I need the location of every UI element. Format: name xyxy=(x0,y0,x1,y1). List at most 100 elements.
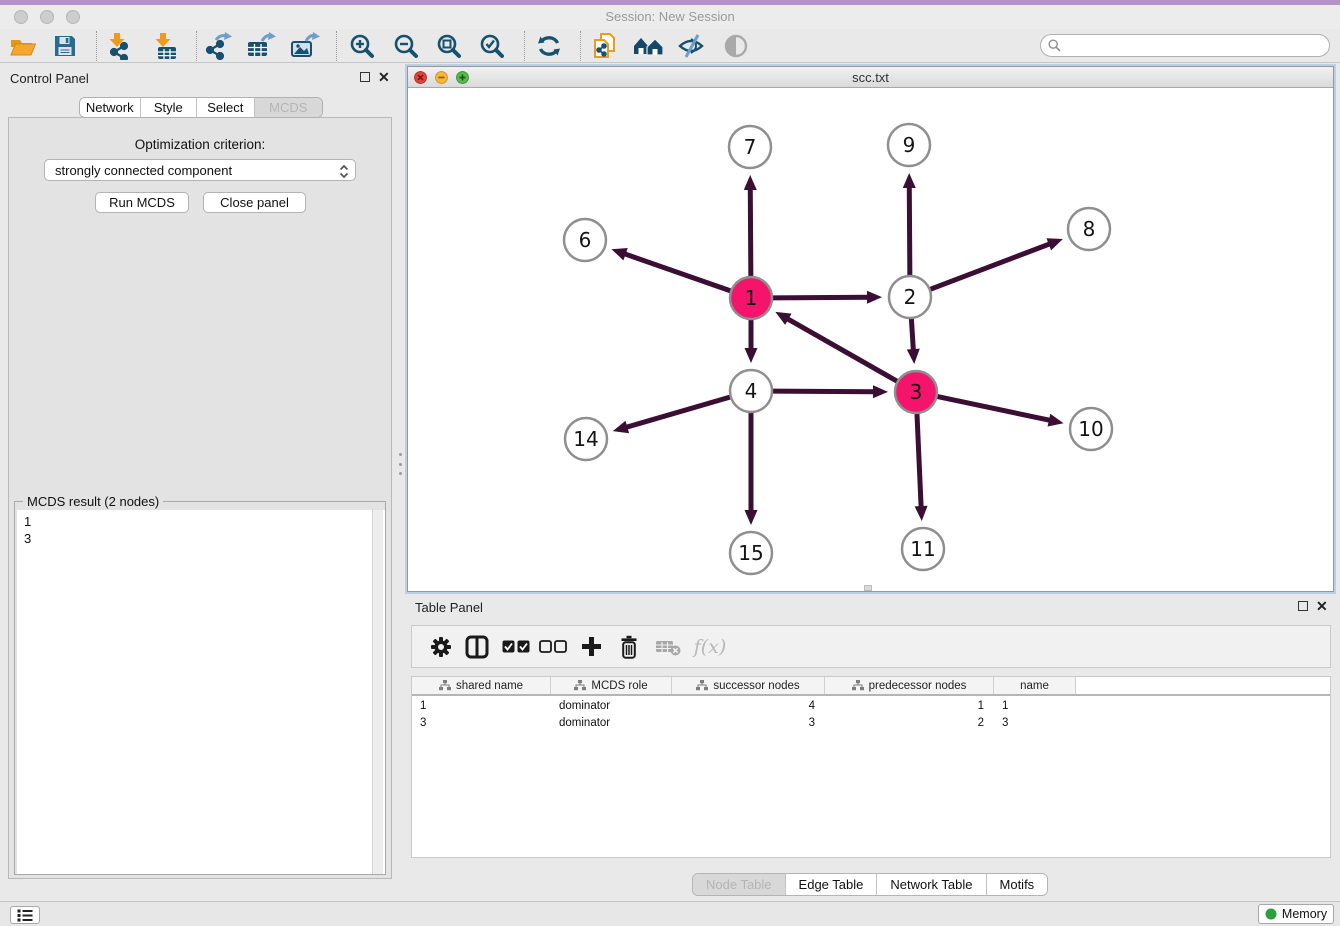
run-mcds-button[interactable]: Run MCDS xyxy=(95,192,189,213)
zoom-in-button[interactable] xyxy=(345,32,379,60)
mcds-result-list[interactable]: 1 3 xyxy=(17,510,385,874)
zoom-out-button[interactable] xyxy=(389,32,423,60)
column-header-shared-name[interactable]: shared name xyxy=(412,677,551,694)
cell-shared-name[interactable]: 3 xyxy=(412,715,551,732)
cell-predecessor-nodes[interactable]: 1 xyxy=(825,698,994,715)
table-panel-close-icon[interactable]: ✕ xyxy=(1316,601,1328,611)
mcds-result-scrollbar[interactable] xyxy=(372,510,383,874)
column-header-mcds-role[interactable]: MCDS role xyxy=(551,677,672,694)
deselect-all-columns-button[interactable] xyxy=(535,626,571,667)
graph-edge-3-1[interactable] xyxy=(786,318,897,381)
import-network-button[interactable] xyxy=(101,32,135,60)
graph-node-label-14: 14 xyxy=(573,427,598,451)
memory-status-icon xyxy=(1265,908,1277,920)
apply-function-button[interactable]: f(x) xyxy=(688,626,732,667)
graph-edge-3-10[interactable] xyxy=(938,397,1052,421)
graph-edge-4-14[interactable] xyxy=(624,397,729,428)
cell-shared-name[interactable]: 1 xyxy=(412,698,551,715)
app-titlebar: Session: New Session xyxy=(0,5,1340,29)
trash-icon xyxy=(619,635,639,659)
control-panel-close-icon[interactable]: ✕ xyxy=(378,72,390,82)
delete-table-button[interactable] xyxy=(650,626,686,667)
tab-node-table[interactable]: Node Table xyxy=(693,874,786,895)
network-splitter-grip[interactable] xyxy=(864,585,872,591)
graph-edge-arrowhead xyxy=(1048,414,1064,427)
export-image-button[interactable] xyxy=(288,32,322,60)
cell-name[interactable]: 3 xyxy=(994,715,1076,732)
table-row[interactable]: 3dominator323 xyxy=(412,715,1076,732)
export-image-icon xyxy=(290,32,320,60)
node-table: shared nameMCDS rolesuccessor nodesprede… xyxy=(411,676,1331,858)
tab-select[interactable]: Select xyxy=(197,98,255,117)
apply-layout-button[interactable] xyxy=(532,32,566,60)
column-header-successor-nodes[interactable]: successor nodes xyxy=(672,677,825,694)
memory-button[interactable]: Memory xyxy=(1258,904,1334,924)
graph-edge-1-6[interactable] xyxy=(623,253,730,291)
add-column-button[interactable] xyxy=(573,626,609,667)
control-panel-float-icon[interactable] xyxy=(360,72,370,82)
network-canvas[interactable]: 7968124314101511 xyxy=(408,88,1333,591)
export-table-button[interactable] xyxy=(244,32,278,60)
search-icon xyxy=(1048,39,1061,52)
graph-edge-2-3[interactable] xyxy=(911,319,913,352)
graph-edge-4-3[interactable] xyxy=(773,391,876,392)
toggle-panes-button[interactable] xyxy=(459,626,495,667)
import-network-icon xyxy=(104,32,132,60)
save-session-button[interactable] xyxy=(48,32,82,60)
task-history-button[interactable] xyxy=(10,906,40,924)
cell-name[interactable]: 1 xyxy=(994,698,1076,715)
tab-mcds[interactable]: MCDS xyxy=(255,98,322,117)
graph-edge-arrowhead xyxy=(907,349,920,364)
tab-network-table[interactable]: Network Table xyxy=(877,874,986,895)
panel-splitter[interactable] xyxy=(398,453,403,475)
export-network-button[interactable] xyxy=(201,32,235,60)
search-input[interactable] xyxy=(1040,34,1330,57)
graph-edge-3-11[interactable] xyxy=(917,414,921,509)
network-window-titlebar[interactable]: scc.txt xyxy=(408,67,1333,88)
tab-style[interactable]: Style xyxy=(141,98,198,117)
cell-mcds-role[interactable]: dominator xyxy=(551,715,672,732)
open-session-button[interactable] xyxy=(6,32,40,60)
duplicate-network-icon xyxy=(592,32,618,60)
graph-edge-1-2[interactable] xyxy=(773,297,870,298)
graph-edge-2-9[interactable] xyxy=(909,185,910,275)
zoom-selected-button[interactable] xyxy=(475,32,509,60)
table-panel-tabs: Node TableEdge TableNetwork TableMotifs xyxy=(692,873,1048,896)
criterion-select[interactable]: strongly connected component xyxy=(44,159,356,181)
import-table-button[interactable] xyxy=(147,32,181,60)
cell-mcds-role[interactable]: dominator xyxy=(551,698,672,715)
graph-edge-arrowhead xyxy=(903,173,916,188)
export-table-icon xyxy=(246,32,276,60)
table-settings-button[interactable] xyxy=(424,626,458,667)
graph-node-label-10: 10 xyxy=(1078,417,1103,441)
graph-edge-arrowhead xyxy=(867,291,882,304)
column-header-name[interactable]: name xyxy=(994,677,1076,694)
tab-edge-table[interactable]: Edge Table xyxy=(786,874,878,895)
cell-successor-nodes[interactable]: 3 xyxy=(672,715,825,732)
table-panel-float-icon[interactable] xyxy=(1298,601,1308,611)
table-row[interactable]: 1dominator411 xyxy=(412,698,1076,715)
cell-predecessor-nodes[interactable]: 2 xyxy=(825,715,994,732)
zoom-selected-icon xyxy=(479,33,505,59)
zoom-fit-icon xyxy=(436,33,462,59)
graph-node-label-3: 3 xyxy=(910,380,923,404)
column-header-predecessor-nodes[interactable]: predecessor nodes xyxy=(825,677,994,694)
table-toolbar: f(x) xyxy=(411,625,1331,668)
graph-node-label-11: 11 xyxy=(910,537,935,561)
cell-successor-nodes[interactable]: 4 xyxy=(672,698,825,715)
show-all-networks-button[interactable] xyxy=(631,32,665,60)
close-panel-button[interactable]: Close panel xyxy=(203,192,306,213)
tab-motifs[interactable]: Motifs xyxy=(987,874,1048,895)
graph-edge-1-7[interactable] xyxy=(750,187,751,276)
list-icon xyxy=(17,909,33,922)
delete-column-button[interactable] xyxy=(612,626,646,667)
tab-network[interactable]: Network xyxy=(80,98,141,117)
duplicate-network-button[interactable] xyxy=(588,32,622,60)
show-graphics-details-button[interactable] xyxy=(719,32,753,60)
graph-edge-2-8[interactable] xyxy=(931,243,1052,289)
hide-graphics-details-button[interactable] xyxy=(674,32,708,60)
zoom-fit-button[interactable] xyxy=(432,32,466,60)
plus-icon xyxy=(580,635,603,658)
criterion-value: strongly connected component xyxy=(55,163,232,178)
select-all-columns-button[interactable] xyxy=(498,626,534,667)
